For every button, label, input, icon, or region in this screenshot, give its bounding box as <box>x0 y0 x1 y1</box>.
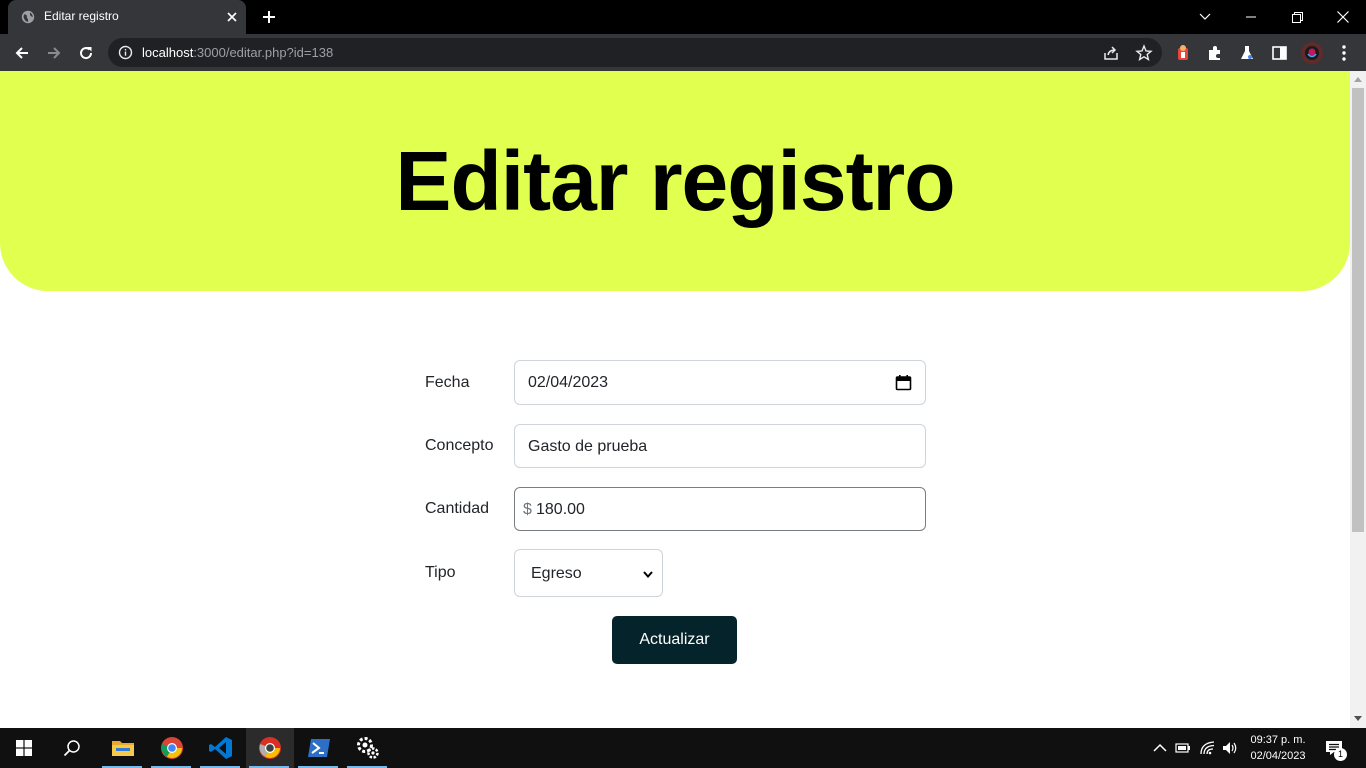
close-icon[interactable] <box>224 9 240 25</box>
profile-button[interactable] <box>1299 40 1325 66</box>
search-icon <box>63 740 80 757</box>
concepto-value: Gasto de prueba <box>528 438 648 455</box>
vscode-icon <box>209 737 232 759</box>
url-path: :3000/editar.php?id=138 <box>193 45 334 60</box>
labs-icon <box>1241 46 1253 59</box>
calendar-icon[interactable] <box>895 374 912 391</box>
concepto-label: Concepto <box>425 437 494 454</box>
scroll-down-arrow-icon[interactable] <box>1354 716 1362 722</box>
scrollbar-thumb[interactable] <box>1352 88 1364 532</box>
side-panel-button[interactable] <box>1266 40 1292 66</box>
back-button[interactable] <box>9 40 35 66</box>
extension-button[interactable] <box>1170 40 1196 66</box>
side-panel-icon <box>1271 46 1287 60</box>
url-host: localhost <box>142 45 194 60</box>
restore-icon <box>1291 11 1303 23</box>
taskbar-file-explorer[interactable] <box>99 728 147 768</box>
globe-icon <box>21 10 35 24</box>
minimize-button[interactable] <box>1228 0 1274 34</box>
close-window-button[interactable] <box>1320 0 1366 34</box>
tray-overflow-chevron-icon[interactable] <box>1152 740 1168 756</box>
powershell-icon <box>308 739 330 757</box>
scroll-up-arrow-icon[interactable] <box>1354 76 1362 82</box>
restore-button[interactable] <box>1274 0 1320 34</box>
url-text: localhost:3000/editar.php?id=138 <box>142 45 333 60</box>
reload-button[interactable] <box>73 40 99 66</box>
cantidad-input[interactable]: $ 180.00 <box>514 487 926 531</box>
tipo-label: Tipo <box>425 564 456 581</box>
start-button[interactable] <box>0 728 48 768</box>
extension-icon <box>1178 45 1188 60</box>
tipo-selected-value: Egreso <box>531 565 582 582</box>
actualizar-button[interactable]: Actualizar <box>612 616 737 664</box>
menu-dots-icon <box>1342 45 1346 61</box>
tab-title: Editar registro <box>44 9 119 23</box>
forward-button[interactable] <box>41 40 67 66</box>
taskbar-powershell[interactable] <box>295 728 343 768</box>
minimize-icon <box>1246 16 1256 18</box>
taskbar-chrome-dev[interactable] <box>246 728 294 768</box>
page-viewport: Editar registro Fecha 02/04/2023 Concept… <box>0 71 1350 728</box>
volume-icon[interactable] <box>1222 740 1238 756</box>
cantidad-label: Cantidad <box>425 500 490 517</box>
extensions-menu-button[interactable] <box>1202 40 1228 66</box>
browser-toolbar: localhost:3000/editar.php?id=138 <box>0 34 1366 71</box>
labs-button[interactable] <box>1234 40 1260 66</box>
address-bar[interactable]: localhost:3000/editar.php?id=138 <box>108 38 1162 67</box>
star-icon[interactable] <box>1135 44 1153 62</box>
chrome-dev-icon <box>259 737 281 759</box>
page-title: Editar registro <box>395 134 955 228</box>
chevron-down-icon <box>643 571 653 579</box>
windows-taskbar: 09:37 p. m. 02/04/2023 1 <box>0 728 1366 768</box>
hero-banner: Editar registro <box>0 71 1350 291</box>
browser-tab[interactable]: Editar registro <box>8 0 246 34</box>
currency-prefix: $ <box>523 501 532 518</box>
info-icon[interactable] <box>118 45 133 60</box>
chevron-down-icon <box>1199 13 1211 20</box>
windows-start-icon <box>16 740 32 756</box>
tab-search-button[interactable] <box>1182 0 1228 34</box>
taskbar-vscode[interactable] <box>197 728 245 768</box>
file-explorer-icon <box>112 741 134 756</box>
taskbar-settings[interactable] <box>344 728 392 768</box>
forward-arrow-icon <box>48 47 61 59</box>
page-scrollbar[interactable] <box>1350 71 1366 728</box>
browser-menu-button[interactable] <box>1331 40 1357 66</box>
fecha-value: 02/04/2023 <box>528 374 609 391</box>
taskbar-chrome[interactable] <box>148 728 196 768</box>
fecha-label: Fecha <box>425 374 470 391</box>
share-icon[interactable] <box>1102 44 1120 62</box>
profile-avatar-icon <box>1301 42 1323 64</box>
back-arrow-icon <box>15 47 28 59</box>
clock-time: 09:37 p. m. <box>1250 734 1306 746</box>
taskbar-search-button[interactable] <box>48 728 96 768</box>
browser-tab-strip: Editar registro <box>0 0 1366 34</box>
wifi-icon[interactable] <box>1200 740 1216 756</box>
concepto-input[interactable]: Gasto de prueba <box>514 424 926 468</box>
cantidad-value: 180.00 <box>536 501 585 518</box>
chrome-icon <box>161 737 183 759</box>
battery-icon[interactable] <box>1175 740 1191 756</box>
clock-date: 02/04/2023 <box>1250 750 1306 762</box>
tipo-select[interactable]: Egreso <box>514 549 663 597</box>
reload-icon <box>80 47 93 60</box>
close-icon <box>1337 11 1349 23</box>
puzzle-icon <box>1209 46 1220 60</box>
taskbar-clock[interactable]: 09:37 p. m. 02/04/2023 <box>1240 732 1316 764</box>
settings-gear-icon <box>357 737 379 759</box>
plus-icon[interactable] <box>260 8 278 26</box>
fecha-date-input[interactable]: 02/04/2023 <box>514 360 926 405</box>
notification-count-badge: 1 <box>1334 748 1347 761</box>
